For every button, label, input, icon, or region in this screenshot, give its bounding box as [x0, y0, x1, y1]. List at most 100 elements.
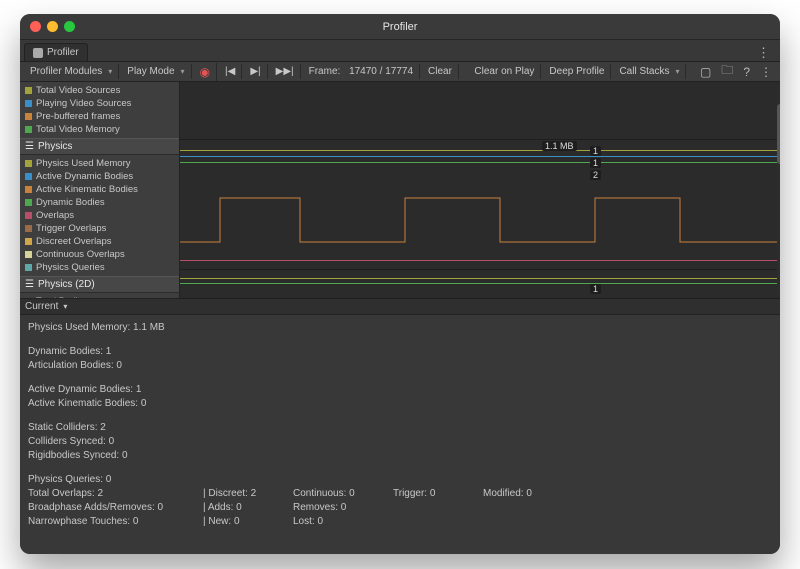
color-swatch [25, 264, 32, 271]
chart-area: Total Video SourcesPlaying Video Sources… [20, 82, 780, 299]
legend-label: Trigger Overlaps [36, 222, 106, 235]
save-icon[interactable]: ▢ [696, 65, 715, 79]
detail-line: Active Dynamic Bodies: 1 [28, 383, 772, 397]
scroll-thumb[interactable] [777, 104, 780, 164]
num-badge: 1 [590, 284, 601, 294]
prev-frame-button[interactable]: |◀ [219, 64, 242, 79]
maximize-icon[interactable] [64, 21, 75, 32]
legend-item[interactable]: Trigger Overlaps [20, 222, 179, 235]
color-swatch [25, 126, 32, 133]
detail-line: Rigidbodies Synced: 0 [28, 449, 772, 463]
module-title: Physics (2D) [38, 279, 95, 290]
detail-cell: Modified: 0 [483, 487, 583, 501]
detail-cell: Broadphase Adds/Removes: 0 [28, 501, 203, 515]
deep-profile-toggle[interactable]: Deep Profile [543, 64, 611, 79]
selector-label: Current [25, 301, 58, 312]
minimize-icon[interactable] [47, 21, 58, 32]
detail-line: Active Kinematic Bodies: 0 [28, 397, 772, 411]
legend-label: Dynamic Bodies [36, 196, 105, 209]
detail-line: Physics Queries: 0 [28, 473, 772, 487]
legend-item[interactable]: Total Video Memory [20, 123, 179, 136]
detail-line: Static Colliders: 2 [28, 421, 772, 435]
context-menu-icon[interactable]: ⋮ [756, 65, 776, 79]
legend-item[interactable]: Active Dynamic Bodies [20, 170, 179, 183]
module-icon: ☰ [25, 141, 34, 152]
detail-line: Colliders Synced: 0 [28, 435, 772, 449]
vertical-scrollbar[interactable] [777, 84, 780, 296]
body: Total Video SourcesPlaying Video Sources… [20, 82, 780, 554]
clear-on-play-toggle[interactable]: Clear on Play [468, 64, 541, 79]
load-icon[interactable]: 🗀 [717, 61, 737, 82]
legend-label: Physics Queries [36, 261, 105, 274]
legend-item[interactable]: Total Video Sources [20, 84, 179, 97]
color-swatch [25, 173, 32, 180]
profiler-icon [33, 48, 43, 58]
legend-label: Active Dynamic Bodies [36, 170, 133, 183]
close-icon[interactable] [30, 21, 41, 32]
physics-module[interactable]: ☰ Physics Physics Used MemoryActive Dynam… [20, 138, 179, 276]
detail-cell: Trigger: 0 [393, 487, 483, 501]
color-swatch [25, 225, 32, 232]
legend-label: Total Video Memory [36, 123, 120, 136]
profiler-tab[interactable]: Profiler [24, 43, 88, 61]
legend-item[interactable]: Overlaps [20, 209, 179, 222]
detail-cell [483, 501, 583, 515]
legend-label: Total Video Sources [36, 84, 120, 97]
call-stacks-dropdown[interactable]: Call Stacks [613, 64, 686, 79]
color-swatch [25, 199, 32, 206]
mem-badge: 1.1 MB [542, 141, 577, 151]
detail-line: Physics Used Memory: 1.1 MB [28, 321, 772, 335]
legend-item[interactable]: Dynamic Bodies [20, 196, 179, 209]
legend-item[interactable]: Physics Queries [20, 261, 179, 274]
module-icon: ☰ [25, 279, 34, 290]
legend-label: Discreet Overlaps [36, 235, 112, 248]
play-mode-dropdown[interactable]: Play Mode [121, 64, 191, 79]
legend-label: Active Kinematic Bodies [36, 183, 138, 196]
record-icon: ◉ [200, 65, 210, 79]
charts-panel[interactable]: 1.1 MB 1 1 2 1 [180, 82, 780, 298]
window-traffic-lights [30, 21, 75, 32]
toolbar: Profiler Modules Play Mode ◉ |◀ ▶| ▶▶| F… [20, 62, 780, 82]
detail-cell [393, 515, 483, 529]
physics2d-module[interactable]: ☰ Physics (2D) Total Bodies [20, 276, 179, 298]
legend-label: Total Bodies [36, 295, 88, 298]
module-sidebar: Total Video SourcesPlaying Video Sources… [20, 82, 180, 298]
legend-item[interactable]: Continuous Overlaps [20, 248, 179, 261]
legend-item[interactable]: Active Kinematic Bodies [20, 183, 179, 196]
num-badge: 1 [590, 158, 601, 168]
tabstrip: Profiler ⋮ [20, 40, 780, 62]
detail-line: Dynamic Bodies: 1 [28, 345, 772, 359]
legend-item[interactable]: Total Bodies [20, 295, 179, 298]
color-swatch [25, 100, 32, 107]
clear-button[interactable]: Clear [422, 64, 459, 79]
help-icon[interactable]: ? [739, 65, 754, 79]
detail-cell: | Adds: 0 [203, 501, 293, 515]
detail-cell: Continuous: 0 [293, 487, 393, 501]
record-button[interactable]: ◉ [194, 63, 217, 81]
detail-cell: Total Overlaps: 2 [28, 487, 203, 501]
window-title: Profiler [20, 21, 780, 33]
legend-item[interactable]: Discreet Overlaps [20, 235, 179, 248]
tab-label: Profiler [47, 47, 79, 58]
color-swatch [25, 212, 32, 219]
detail-cell: | Discreet: 2 [203, 487, 293, 501]
detail-cell: Narrowphase Touches: 0 [28, 515, 203, 529]
tab-menu-icon[interactable]: ⋮ [751, 45, 776, 61]
detail-cell [483, 515, 583, 529]
legend-label: Pre-buffered frames [36, 110, 120, 123]
frame-label: Frame: 17470 / 17774 [303, 64, 420, 79]
frame-value: 17470 / 17774 [349, 66, 413, 77]
next-frame-button[interactable]: ▶| [244, 64, 267, 79]
color-swatch [25, 87, 32, 94]
profiler-modules-dropdown[interactable]: Profiler Modules [24, 64, 119, 79]
detail-cell [393, 501, 483, 515]
color-swatch [25, 238, 32, 245]
legend-item[interactable]: Pre-buffered frames [20, 110, 179, 123]
legend-item[interactable]: Playing Video Sources [20, 97, 179, 110]
legend-item[interactable]: Physics Used Memory [20, 157, 179, 170]
video-module: Total Video SourcesPlaying Video Sources… [20, 82, 179, 138]
num-badge: 2 [590, 170, 601, 180]
latest-frame-button[interactable]: ▶▶| [270, 64, 301, 79]
current-selector[interactable]: Current▾ [20, 299, 780, 315]
module-title: Physics [38, 141, 72, 152]
